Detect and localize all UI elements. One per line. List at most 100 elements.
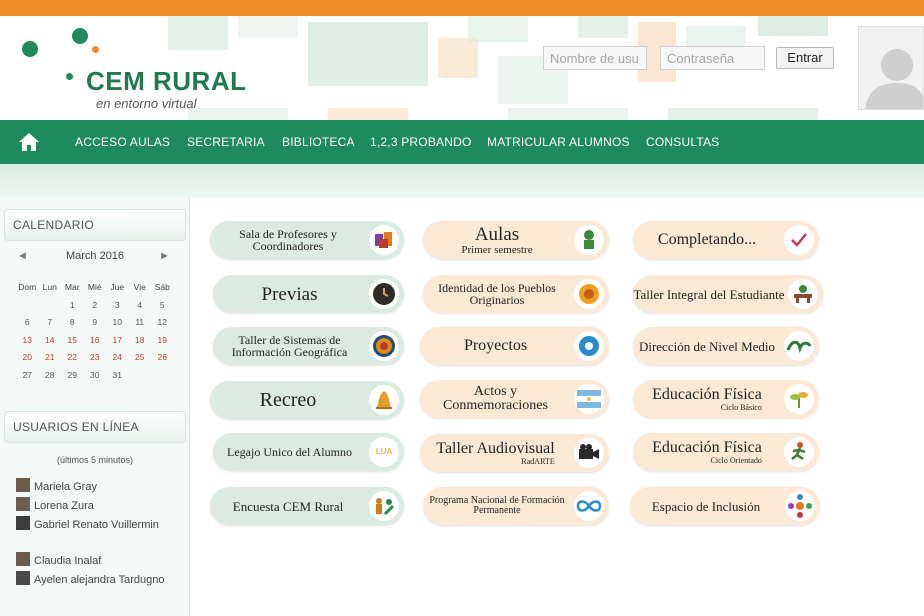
calendar-day[interactable]: 16 xyxy=(84,332,107,350)
online-user[interactable]: Mariela Gray xyxy=(16,478,186,495)
nav-item-matricular-alumnos[interactable]: MATRICULAR ALUMNOS xyxy=(487,120,630,164)
calendar-day[interactable]: 29 xyxy=(61,367,84,385)
calendar-week: 13 14 15 16 17 18 19 xyxy=(16,332,176,350)
calendar-day[interactable]: 3 xyxy=(106,297,129,315)
calendar-day[interactable]: 1 xyxy=(61,297,84,315)
calendar-day[interactable]: 18 xyxy=(129,332,152,350)
tile-recreo[interactable]: Recreo xyxy=(210,381,404,419)
calendar-day[interactable]: 11 xyxy=(129,314,152,332)
calendar-day[interactable]: 5 xyxy=(151,297,174,315)
tile-direccion[interactable]: Dirección de Nivel Medio xyxy=(633,327,819,365)
tile-subtitle: Primer semestre xyxy=(461,243,533,256)
nav-item-secretaria[interactable]: SECRETARIA xyxy=(187,120,265,164)
nav-item-acceso-aulas[interactable]: ACCESO AULAS xyxy=(75,120,170,164)
calendar-day[interactable]: 7 xyxy=(39,314,62,332)
calendar-day[interactable]: 30 xyxy=(84,367,107,385)
tile-espacio-inclusion[interactable]: Espacio de Inclusión xyxy=(630,487,820,525)
logo-subtitle: en entorno virtual xyxy=(96,96,197,111)
username-input[interactable]: Nombre de usu xyxy=(543,46,647,70)
network-icon xyxy=(785,491,815,521)
tile-label: Previas xyxy=(261,283,318,305)
tile-programa-nacional[interactable]: Programa Nacional de Formación Permanent… xyxy=(423,487,609,525)
tile-taller-sig[interactable]: Taller de Sistemas de Información Geográ… xyxy=(213,327,404,365)
tile-label: Taller Audiovisual RadARTE xyxy=(436,439,555,466)
calendar-day[interactable]: 4 xyxy=(129,297,152,315)
calendar-day[interactable]: 25 xyxy=(129,349,152,367)
calendar-day[interactable]: 31 xyxy=(106,367,129,385)
weekday-label: Mié xyxy=(87,282,102,292)
tile-educacion-fisica-basico[interactable]: Educación Física Ciclo Básico xyxy=(633,380,819,418)
tile-title: Educación Física xyxy=(652,438,762,456)
home-icon[interactable] xyxy=(18,132,40,152)
nav-item-biblioteca[interactable]: BIBLIOTECA xyxy=(282,120,355,164)
calendar-day[interactable]: 6 xyxy=(16,314,39,332)
calendar-day xyxy=(151,367,174,385)
online-user-name[interactable]: Ayelen alejandra Tardugno xyxy=(34,574,164,586)
online-user[interactable]: Claudia Inalaf xyxy=(16,552,186,569)
sub-nav-band xyxy=(0,164,924,198)
calendar-day[interactable]: 10 xyxy=(106,314,129,332)
calendar-day[interactable]: 23 xyxy=(84,349,107,367)
top-accent-bar xyxy=(0,0,924,16)
calendar-day[interactable]: 8 xyxy=(61,314,84,332)
tile-title: Taller Audiovisual xyxy=(436,439,555,457)
online-user-name[interactable]: Lorena Zura xyxy=(34,500,94,512)
calendar-day[interactable]: 20 xyxy=(16,349,39,367)
calendar-day[interactable]: 15 xyxy=(61,332,84,350)
enter-button[interactable]: Entrar xyxy=(776,47,834,69)
tile-sala-profesores[interactable]: Sala de Profesores y Coordinadores xyxy=(210,221,404,259)
tile-educacion-fisica-orientado[interactable]: Educación Física Ciclo Orientado xyxy=(633,433,819,471)
online-users-heading: USUARIOS EN LÍNEA xyxy=(4,411,186,443)
next-month-icon[interactable]: ► xyxy=(159,250,170,262)
tile-label: Proyectos xyxy=(463,337,528,354)
calendar-heading: CALENDARIO xyxy=(4,209,186,241)
calendar-day[interactable]: 22 xyxy=(61,349,84,367)
calendar-day[interactable]: 21 xyxy=(39,349,62,367)
nav-item-probando[interactable]: 1,2,3 PROBANDO xyxy=(370,120,472,164)
calendar-day[interactable]: 24 xyxy=(106,349,129,367)
logo-dot xyxy=(66,73,73,80)
tile-aulas[interactable]: Aulas Primer semestre xyxy=(423,221,609,259)
checkmark-icon xyxy=(784,225,814,255)
tile-identidad[interactable]: Identidad de los Pueblos Originarios xyxy=(423,275,609,313)
tile-label: Educación Física Ciclo Orientado xyxy=(652,438,762,465)
password-input[interactable]: Contraseña xyxy=(660,46,765,70)
nav-item-consultas[interactable]: CONSULTAS xyxy=(646,120,719,164)
calendar-day[interactable]: 17 xyxy=(106,332,129,350)
calendar-day[interactable]: 12 xyxy=(151,314,174,332)
online-user[interactable]: Lorena Zura xyxy=(16,497,186,514)
online-user-name[interactable]: Gabriel Renato Vuillermin xyxy=(34,519,159,531)
logo-dot xyxy=(92,46,99,53)
calendar-weekdays: Dom Lun Mar Mié Jue Vie Sáb xyxy=(16,279,176,297)
tile-taller-integral[interactable]: Taller Integral del Estudiante xyxy=(633,275,823,313)
calendar-day[interactable]: 27 xyxy=(16,367,39,385)
online-user[interactable]: Gabriel Renato Vuillermin xyxy=(16,516,186,533)
online-user-name[interactable]: Claudia Inalaf xyxy=(34,555,101,567)
calendar-day[interactable]: 19 xyxy=(151,332,174,350)
tile-legajo[interactable]: Legajo Unico del Alumno LUA xyxy=(213,433,404,471)
user-photo-icon xyxy=(16,497,30,511)
badge-icon: LUA xyxy=(369,437,399,467)
tile-encuesta[interactable]: Encuesta CEM Rural xyxy=(210,487,404,525)
tile-actos[interactable]: Actos y Conmemoraciones xyxy=(420,380,609,418)
calendar-week: 1 2 3 4 5 xyxy=(16,297,176,315)
calendar-day[interactable]: 14 xyxy=(39,332,62,350)
calendar-day[interactable]: 13 xyxy=(16,332,39,350)
tile-subtitle: RadARTE xyxy=(521,456,555,466)
calendar-day xyxy=(129,367,152,385)
tile-previas[interactable]: Previas xyxy=(213,275,404,313)
calendar-day[interactable]: 28 xyxy=(39,367,62,385)
calendar-day[interactable]: 26 xyxy=(151,349,174,367)
online-user-name[interactable]: Mariela Gray xyxy=(34,481,97,493)
calendar-day[interactable]: 9 xyxy=(84,314,107,332)
tile-label: Sala de Profesores y Coordinadores xyxy=(239,227,337,253)
online-user[interactable]: Ayelen alejandra Tardugno xyxy=(16,571,186,588)
tile-title: Educación Física xyxy=(652,385,762,403)
tile-completando[interactable]: Completando... xyxy=(633,221,819,259)
tile-audiovisual[interactable]: Taller Audiovisual RadARTE xyxy=(420,434,609,472)
calendar-day[interactable]: 2 xyxy=(84,297,107,315)
tile-proyectos[interactable]: Proyectos xyxy=(420,327,609,365)
flag-icon xyxy=(574,384,604,414)
user-avatar xyxy=(858,26,924,110)
logo-icon xyxy=(784,331,814,361)
